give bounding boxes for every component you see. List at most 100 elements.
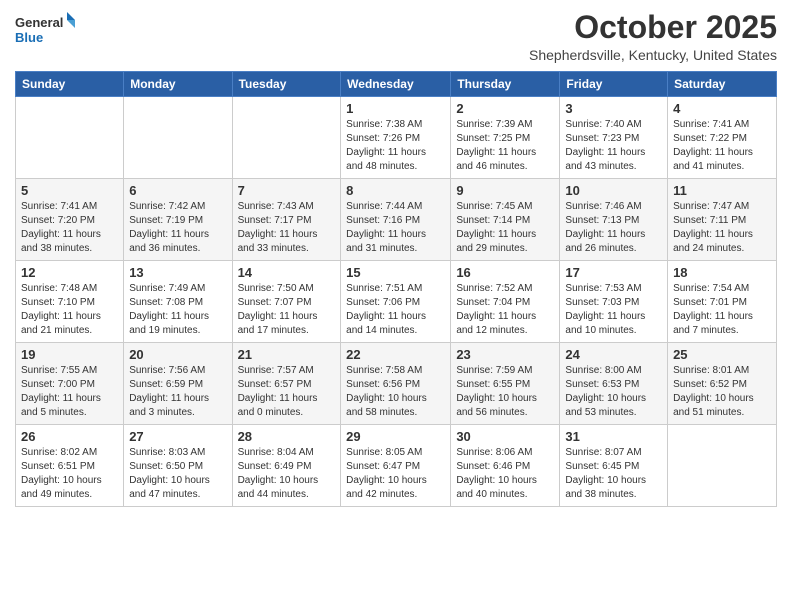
- calendar-cell: 7 Sunrise: 7:43 AMSunset: 7:17 PMDaylight…: [232, 179, 341, 261]
- day-info: Sunrise: 7:48 AMSunset: 7:10 PMDaylight:…: [21, 283, 101, 336]
- day-info: Sunrise: 7:54 AMSunset: 7:01 PMDaylight:…: [673, 283, 753, 336]
- day-info: Sunrise: 7:59 AMSunset: 6:55 PMDaylight:…: [456, 365, 537, 418]
- calendar-cell: 12 Sunrise: 7:48 AMSunset: 7:10 PMDayligh…: [16, 261, 124, 343]
- calendar-week-row: 5 Sunrise: 7:41 AMSunset: 7:20 PMDaylight…: [16, 179, 777, 261]
- calendar-cell: 13 Sunrise: 7:49 AMSunset: 7:08 PMDayligh…: [124, 261, 232, 343]
- day-number: 24: [565, 347, 662, 362]
- day-number: 26: [21, 429, 118, 444]
- calendar-cell: [668, 425, 777, 507]
- day-number: 3: [565, 101, 662, 116]
- calendar-cell: 9 Sunrise: 7:45 AMSunset: 7:14 PMDaylight…: [451, 179, 560, 261]
- day-info: Sunrise: 7:45 AMSunset: 7:14 PMDaylight:…: [456, 201, 536, 254]
- calendar-cell: 10 Sunrise: 7:46 AMSunset: 7:13 PMDayligh…: [560, 179, 668, 261]
- day-info: Sunrise: 7:53 AMSunset: 7:03 PMDaylight:…: [565, 283, 645, 336]
- calendar-cell: 14 Sunrise: 7:50 AMSunset: 7:07 PMDayligh…: [232, 261, 341, 343]
- day-number: 27: [129, 429, 226, 444]
- day-number: 12: [21, 265, 118, 280]
- day-info: Sunrise: 7:41 AMSunset: 7:22 PMDaylight:…: [673, 119, 753, 172]
- calendar-cell: 27 Sunrise: 8:03 AMSunset: 6:50 PMDayligh…: [124, 425, 232, 507]
- day-number: 31: [565, 429, 662, 444]
- day-info: Sunrise: 7:50 AMSunset: 7:07 PMDaylight:…: [238, 283, 318, 336]
- calendar-cell: 29 Sunrise: 8:05 AMSunset: 6:47 PMDayligh…: [341, 425, 451, 507]
- day-info: Sunrise: 7:57 AMSunset: 6:57 PMDaylight:…: [238, 365, 318, 418]
- day-info: Sunrise: 7:39 AMSunset: 7:25 PMDaylight:…: [456, 119, 536, 172]
- location: Shepherdsville, Kentucky, United States: [529, 47, 777, 63]
- day-number: 16: [456, 265, 554, 280]
- calendar-cell: 1Sunrise: 7:38 AMSunset: 7:26 PMDaylight…: [341, 97, 451, 179]
- day-info: Sunrise: 7:46 AMSunset: 7:13 PMDaylight:…: [565, 201, 645, 254]
- header-sunday: Sunday: [16, 72, 124, 97]
- svg-text:Blue: Blue: [15, 30, 43, 45]
- calendar-cell: 23 Sunrise: 7:59 AMSunset: 6:55 PMDayligh…: [451, 343, 560, 425]
- calendar-cell: 22 Sunrise: 7:58 AMSunset: 6:56 PMDayligh…: [341, 343, 451, 425]
- day-number: 1: [346, 101, 445, 116]
- calendar-cell: 3 Sunrise: 7:40 AMSunset: 7:23 PMDaylight…: [560, 97, 668, 179]
- day-number: 2: [456, 101, 554, 116]
- day-info: Sunrise: 7:47 AMSunset: 7:11 PMDaylight:…: [673, 201, 753, 254]
- day-number: 29: [346, 429, 445, 444]
- calendar-week-row: 19Sunrise: 7:55 AMSunset: 7:00 PMDayligh…: [16, 343, 777, 425]
- svg-text:General: General: [15, 15, 63, 30]
- calendar-cell: 11Sunrise: 7:47 AMSunset: 7:11 PMDayligh…: [668, 179, 777, 261]
- header-tuesday: Tuesday: [232, 72, 341, 97]
- day-info: Sunrise: 7:40 AMSunset: 7:23 PMDaylight:…: [565, 119, 645, 172]
- calendar-cell: 6Sunrise: 7:42 AMSunset: 7:19 PMDaylight…: [124, 179, 232, 261]
- day-number: 15: [346, 265, 445, 280]
- day-number: 8: [346, 183, 445, 198]
- day-number: 4: [673, 101, 771, 116]
- day-number: 13: [129, 265, 226, 280]
- day-info: Sunrise: 7:49 AMSunset: 7:08 PMDaylight:…: [129, 283, 209, 336]
- day-number: 17: [565, 265, 662, 280]
- day-info: Sunrise: 8:02 AMSunset: 6:51 PMDaylight:…: [21, 447, 102, 500]
- day-info: Sunrise: 7:43 AMSunset: 7:17 PMDaylight:…: [238, 201, 318, 254]
- logo-svg: General Blue: [15, 10, 75, 50]
- calendar-table: Sunday Monday Tuesday Wednesday Thursday…: [15, 71, 777, 507]
- calendar-cell: 31 Sunrise: 8:07 AMSunset: 6:45 PMDayligh…: [560, 425, 668, 507]
- title-block: October 2025 Shepherdsville, Kentucky, U…: [529, 10, 777, 63]
- day-number: 7: [238, 183, 336, 198]
- calendar-cell: 28Sunrise: 8:04 AMSunset: 6:49 PMDayligh…: [232, 425, 341, 507]
- calendar-cell: 25Sunrise: 8:01 AMSunset: 6:52 PMDayligh…: [668, 343, 777, 425]
- day-number: 10: [565, 183, 662, 198]
- day-info: Sunrise: 7:52 AMSunset: 7:04 PMDaylight:…: [456, 283, 536, 336]
- day-info: Sunrise: 8:03 AMSunset: 6:50 PMDaylight:…: [129, 447, 210, 500]
- day-number: 18: [673, 265, 771, 280]
- calendar-cell: 2 Sunrise: 7:39 AMSunset: 7:25 PMDaylight…: [451, 97, 560, 179]
- calendar-cell: 4 Sunrise: 7:41 AMSunset: 7:22 PMDaylight…: [668, 97, 777, 179]
- day-number: 30: [456, 429, 554, 444]
- logo: General Blue: [15, 10, 75, 50]
- day-info: Sunrise: 7:51 AMSunset: 7:06 PMDaylight:…: [346, 283, 426, 336]
- calendar-cell: 5 Sunrise: 7:41 AMSunset: 7:20 PMDaylight…: [16, 179, 124, 261]
- calendar-cell: 17 Sunrise: 7:53 AMSunset: 7:03 PMDayligh…: [560, 261, 668, 343]
- day-number: 19: [21, 347, 118, 362]
- day-number: 5: [21, 183, 118, 198]
- calendar-cell: 15 Sunrise: 7:51 AMSunset: 7:06 PMDayligh…: [341, 261, 451, 343]
- day-info: Sunrise: 7:58 AMSunset: 6:56 PMDaylight:…: [346, 365, 427, 418]
- day-info: Sunrise: 7:44 AMSunset: 7:16 PMDaylight:…: [346, 201, 426, 254]
- calendar-cell: 19Sunrise: 7:55 AMSunset: 7:00 PMDayligh…: [16, 343, 124, 425]
- day-info: Sunrise: 8:07 AMSunset: 6:45 PMDaylight:…: [565, 447, 646, 500]
- day-number: 22: [346, 347, 445, 362]
- day-info: Sunrise: 8:05 AMSunset: 6:47 PMDaylight:…: [346, 447, 427, 500]
- header-friday: Friday: [560, 72, 668, 97]
- day-info: Sunrise: 8:00 AMSunset: 6:53 PMDaylight:…: [565, 365, 646, 418]
- calendar-week-row: 12 Sunrise: 7:48 AMSunset: 7:10 PMDayligh…: [16, 261, 777, 343]
- header-wednesday: Wednesday: [341, 72, 451, 97]
- page: General Blue October 2025 Shepherdsville…: [0, 0, 792, 612]
- day-info: Sunrise: 8:01 AMSunset: 6:52 PMDaylight:…: [673, 365, 754, 418]
- day-info: Sunrise: 7:41 AMSunset: 7:20 PMDaylight:…: [21, 201, 101, 254]
- calendar-cell: [232, 97, 341, 179]
- day-number: 14: [238, 265, 336, 280]
- day-number: 21: [238, 347, 336, 362]
- day-number: 28: [238, 429, 336, 444]
- day-number: 23: [456, 347, 554, 362]
- header: General Blue October 2025 Shepherdsville…: [15, 10, 777, 63]
- day-info: Sunrise: 7:42 AMSunset: 7:19 PMDaylight:…: [129, 201, 209, 254]
- calendar-cell: [124, 97, 232, 179]
- calendar-cell: [16, 97, 124, 179]
- calendar-cell: 16 Sunrise: 7:52 AMSunset: 7:04 PMDayligh…: [451, 261, 560, 343]
- day-number: 9: [456, 183, 554, 198]
- calendar-cell: 20Sunrise: 7:56 AMSunset: 6:59 PMDayligh…: [124, 343, 232, 425]
- calendar-cell: 26 Sunrise: 8:02 AMSunset: 6:51 PMDayligh…: [16, 425, 124, 507]
- day-info: Sunrise: 8:06 AMSunset: 6:46 PMDaylight:…: [456, 447, 537, 500]
